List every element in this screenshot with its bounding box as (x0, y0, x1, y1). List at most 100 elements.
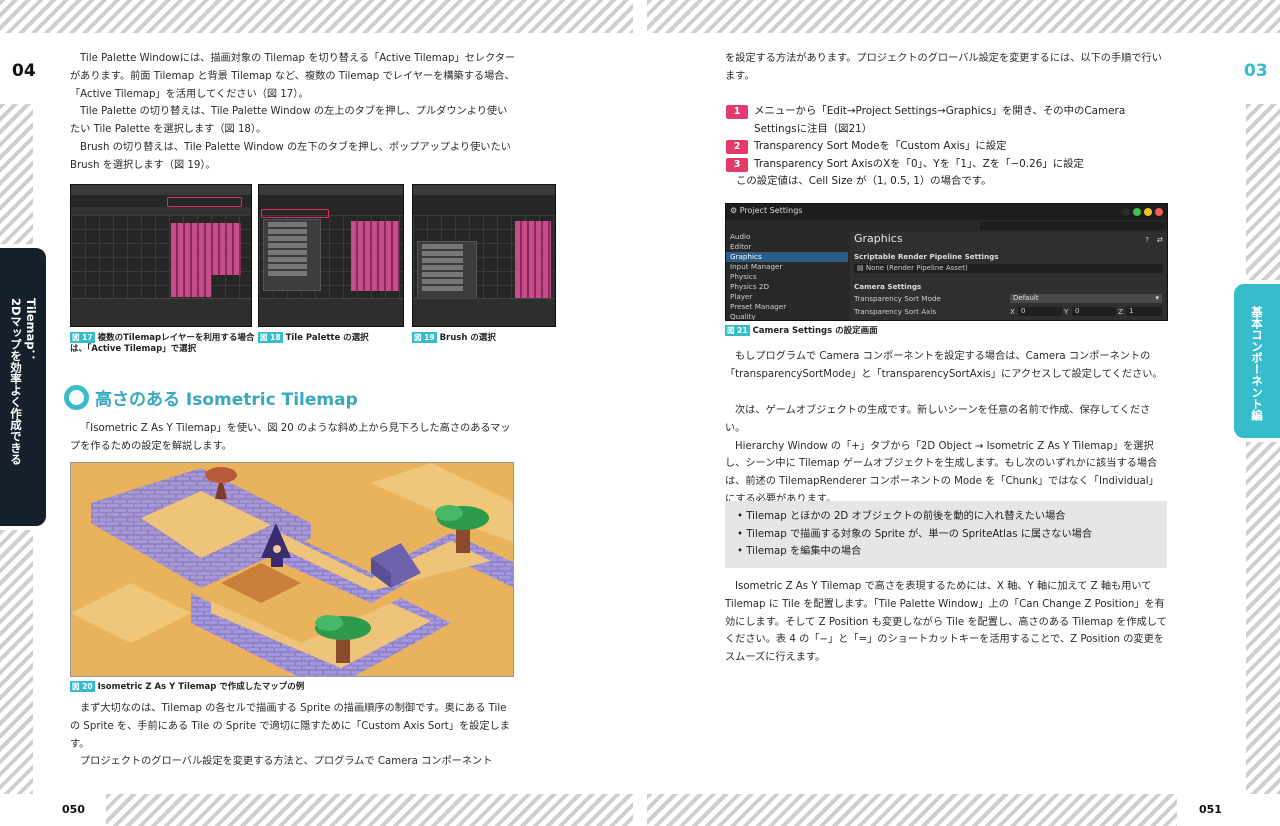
render-pipeline-value: None (Render Pipeline Asset) (865, 264, 968, 272)
settings-category-item-selected[interactable]: Graphics (726, 252, 848, 262)
settings-category-item[interactable]: Player (726, 292, 848, 302)
axis-x-label: X (1010, 307, 1015, 316)
right-para-b: 次は、ゲームオブジェクトの生成です。新しいシーンを任意の名前で作成、保存してくだ… (725, 402, 1167, 509)
step-text: Transparency Sort Modeを「Custom Axis」に設定 (754, 140, 1007, 152)
sort-mode-label: Transparency Sort Mode (854, 294, 941, 303)
bullet-text: Tilemap を編集中の場合 (746, 546, 862, 557)
section-heading: 高さのある Isometric Tilemap (64, 383, 358, 411)
step-text: メニューから「Edit→Project Settings→Graphics」を開… (754, 105, 1126, 135)
axis-x-input[interactable]: 0 (1018, 307, 1062, 316)
bottom-stripe-right (647, 794, 1177, 826)
page-number-right: 051 (1199, 803, 1222, 816)
axis-y-input[interactable]: 0 (1072, 307, 1116, 316)
settings-category-item[interactable]: Audio (726, 232, 848, 242)
shot-toolbar (71, 185, 251, 195)
close-button[interactable] (1155, 208, 1163, 216)
figure-19-caption: 図 19 Brush の選択 (412, 332, 558, 344)
sort-axis-label: Transparency Sort Axis (854, 307, 937, 316)
preset-icon[interactable]: ⇄ (1157, 235, 1163, 244)
paragraph: Isometric Z As Y Tilemap で高さを表現するためには、X … (725, 581, 1167, 664)
settings-category-item[interactable]: Input Manager (726, 262, 848, 272)
side-tab-right-text: 基本コンポーネント編 (1250, 306, 1264, 421)
figure-19-screenshot (412, 184, 556, 327)
bullet-text: Tilemap で描画する対象の Sprite が、単一の SpriteAtla… (746, 528, 1093, 540)
side-tab-left-line1: Tilemap： (24, 298, 38, 362)
side-tab-left-text: Tilemap： 2Dマップを効率よく作成できる (8, 298, 38, 465)
step-item: 3 Transparency Sort AxisのXを「0」、Yを「1」、Zを「… (726, 156, 1168, 174)
chapter-number-left: 04 (12, 61, 36, 81)
axis-y-label: Y (1064, 307, 1069, 316)
settings-category-item[interactable]: Editor (726, 242, 848, 252)
settings-category-item[interactable]: Physics (726, 272, 848, 282)
shot-toolbar (259, 185, 403, 195)
step-number: 1 (726, 105, 748, 119)
caption-text: Tile Palette の選択 (285, 333, 369, 343)
camera-settings-label: Camera Settings (854, 282, 922, 291)
paragraph: Hierarchy Window の「+」タブから「2D Object → Is… (725, 440, 1159, 505)
caption-text: Brush の選択 (439, 333, 496, 343)
bullet-item: • Tilemap とほかの 2D オブジェクトの前後を動的に入れ替えたい場合 (737, 511, 1066, 522)
left-margin-stripe-top (0, 104, 33, 244)
paragraph: Tile Palette の切り替えは、Tile Palette Window … (70, 106, 508, 136)
sort-mode-dropdown[interactable]: Default ▾ (1010, 294, 1162, 303)
paragraph: もしプログラムで Camera コンポーネントを設定する場合は、Camera コ… (725, 351, 1163, 380)
tile-palette-tiles (351, 221, 399, 291)
window-titlebar: ⚙ Project Settings (726, 204, 1167, 220)
paragraph: プロジェクトのグローバル設定を変更する方法と、プログラムで Camera コンポ… (80, 756, 493, 768)
shot-toolbar (413, 185, 555, 195)
bottom-stripe-left (106, 794, 633, 826)
shot-subbar (71, 207, 251, 215)
figure-label: 図 18 (258, 332, 283, 343)
top-stripe-right (647, 0, 1280, 33)
step-text: Transparency Sort AxisのXを「0」、Yを「1」、Zを「−0… (754, 157, 1084, 170)
figure-17-screenshot (70, 184, 252, 327)
panel-title: Graphics (854, 232, 903, 245)
tile-palette-tiles (515, 221, 551, 301)
section-intro-text: 「Isometric Z As Y Tilemap」を使い、図 20 のような斜… (70, 420, 516, 456)
maximize-button[interactable] (1144, 208, 1152, 216)
paragraph: まず大切なのは、Tilemap の各セルで描画する Sprite の描画順序の制… (70, 703, 510, 750)
step-item: 1 メニューから「Edit→Project Settings→Graphics」… (726, 103, 1168, 138)
caption-text: 複数のTilemapレイヤーを利用する場合は、「Active Tilemap」で… (70, 333, 255, 354)
settings-panel: Graphics ? ⇄ Scriptable Render Pipeline … (850, 232, 1167, 320)
settings-category-item[interactable]: Physics 2D (726, 282, 848, 292)
figure-label: 図 21 (725, 325, 750, 336)
bullet-item: • Tilemap で描画する対象の Sprite が、単一の SpriteAt… (737, 528, 1093, 540)
sort-mode-value: Default (1013, 294, 1039, 302)
chapter-side-tab-right: 基本コンポーネント編 (1234, 284, 1280, 438)
window-tab[interactable]: ⚙ Project Settings (730, 206, 802, 215)
figure-label: 図 20 (70, 681, 95, 692)
heading-ring-icon (64, 384, 89, 410)
paragraph: Tile Palette Windowには、描画対象の Tilemap を切り替… (70, 53, 516, 100)
figure-20-isometric-map (70, 462, 514, 677)
help-icon[interactable]: ? (1145, 235, 1149, 244)
conditions-box: • Tilemap とほかの 2D オブジェクトの前後を動的に入れ替えたい場合 … (725, 501, 1167, 568)
tile-palette-tiles (171, 223, 241, 275)
figure-18-screenshot (258, 184, 404, 327)
render-pipeline-field[interactable]: ▤ None (Render Pipeline Asset) (854, 264, 1163, 273)
paragraph: を設定する方法があります。プロジェクトのグローバル設定を変更するには、以下の手順… (725, 53, 1162, 82)
figure-20-caption: 図 20 Isometric Z As Y Tilemap で作成したマップの例 (70, 681, 516, 693)
tile-palette-tiles (171, 275, 211, 297)
paragraph: Brush の切り替えは、Tile Palette Window の左下のタブを… (70, 141, 511, 171)
bullet-text: Tilemap とほかの 2D オブジェクトの前後を動的に入れ替えたい場合 (746, 511, 1066, 522)
step-note-text: この設定値は、Cell Size が（1, 0.5, 1）の場合です。 (736, 175, 992, 187)
side-tab-left-line2: 2Dマップを効率よく作成できる (9, 298, 23, 466)
page-number-left: 050 (62, 803, 85, 816)
minimize-button[interactable] (1133, 208, 1141, 216)
steps-list: 1 メニューから「Edit→Project Settings→Graphics」… (726, 103, 1168, 191)
settings-search-input[interactable] (980, 222, 1166, 230)
srp-section-label: Scriptable Render Pipeline Settings (854, 252, 999, 261)
right-margin-stripe-top (1246, 104, 1280, 280)
menu-dots-icon[interactable] (1122, 208, 1130, 216)
project-settings-window: ⚙ Project Settings Audio Editor Graphics… (725, 203, 1168, 321)
paragraph: 次は、ゲームオブジェクトの生成です。新しいシーンを任意の名前で作成、保存してくだ… (725, 405, 1151, 434)
axis-z-label: Z (1118, 307, 1123, 316)
isometric-map-illustration (71, 463, 513, 676)
settings-category-item[interactable]: Preset Manager (726, 302, 848, 312)
step-number: 3 (726, 157, 748, 172)
settings-category-item[interactable]: Quality (726, 312, 848, 320)
axis-z-input[interactable]: 1 (1126, 307, 1162, 316)
figure-18-caption: 図 18 Tile Palette の選択 (258, 332, 408, 344)
window-tab-title: Project Settings (739, 206, 803, 215)
